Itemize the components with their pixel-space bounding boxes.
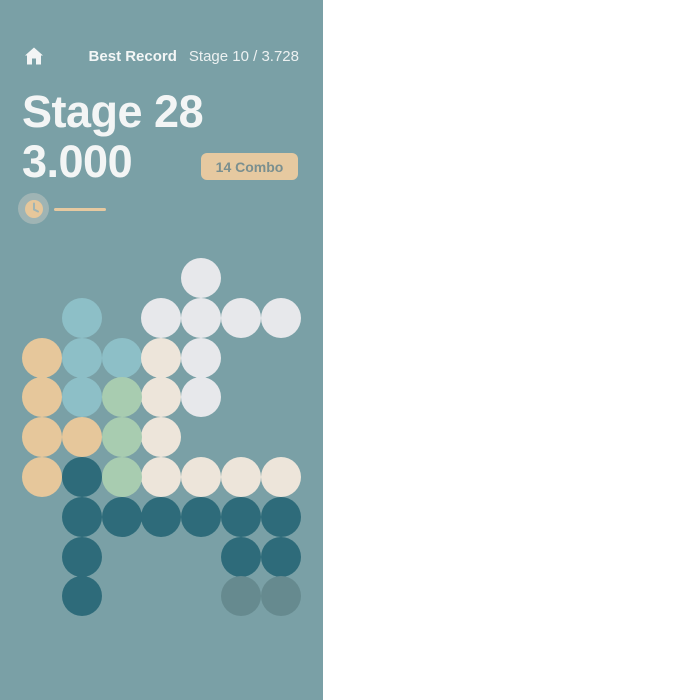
- board-cell-teal[interactable]: [61, 576, 102, 617]
- board-cell-white[interactable]: [141, 297, 182, 338]
- board-cell-cream[interactable]: [141, 417, 182, 458]
- board-cell-light-blue[interactable]: [61, 337, 102, 378]
- board-cell-tan[interactable]: [22, 457, 62, 497]
- board-cell-light-blue[interactable]: [61, 377, 102, 418]
- board-cell-cream[interactable]: [141, 337, 182, 378]
- board-cell-cream[interactable]: [141, 377, 182, 418]
- board-cell-teal[interactable]: [260, 536, 301, 577]
- game-board[interactable]: [0, 0, 323, 700]
- board-cell-white[interactable]: [181, 297, 222, 338]
- board-cell-teal[interactable]: [221, 536, 261, 577]
- board-cell-cream[interactable]: [181, 457, 222, 497]
- board-cell-light-blue[interactable]: [101, 337, 142, 378]
- board-cell-tan[interactable]: [22, 417, 62, 458]
- board-cell-cream[interactable]: [221, 457, 261, 497]
- board-cell-sage[interactable]: [101, 457, 142, 497]
- board-cell-white[interactable]: [260, 297, 301, 338]
- board-cell-teal[interactable]: [141, 496, 182, 537]
- board-cell-tan[interactable]: [22, 337, 62, 378]
- board-cell-teal[interactable]: [181, 496, 222, 537]
- board-cell-white[interactable]: [181, 377, 222, 418]
- board-cell-tan[interactable]: [61, 417, 102, 458]
- board-cell-ghost[interactable]: [260, 576, 301, 617]
- board-cell-light-blue[interactable]: [61, 297, 102, 338]
- board-cell-teal[interactable]: [221, 496, 261, 537]
- board-cell-cream[interactable]: [260, 457, 301, 497]
- board-cell-teal[interactable]: [61, 536, 102, 577]
- board-cell-cream[interactable]: [141, 457, 182, 497]
- board-cell-white[interactable]: [181, 258, 222, 298]
- board-cell-teal[interactable]: [61, 496, 102, 537]
- board-cell-tan[interactable]: [22, 377, 62, 418]
- board-cell-white[interactable]: [181, 337, 222, 378]
- board-cell-sage[interactable]: [101, 377, 142, 418]
- board-cell-teal[interactable]: [260, 496, 301, 537]
- game-screen: Best Record Stage 10 / 3.728 Stage 28 3.…: [0, 0, 323, 700]
- board-cell-teal[interactable]: [61, 457, 102, 497]
- board-cell-ghost[interactable]: [221, 576, 261, 617]
- board-cell-white[interactable]: [221, 297, 261, 338]
- board-cell-sage[interactable]: [101, 417, 142, 458]
- board-cell-teal[interactable]: [101, 496, 142, 537]
